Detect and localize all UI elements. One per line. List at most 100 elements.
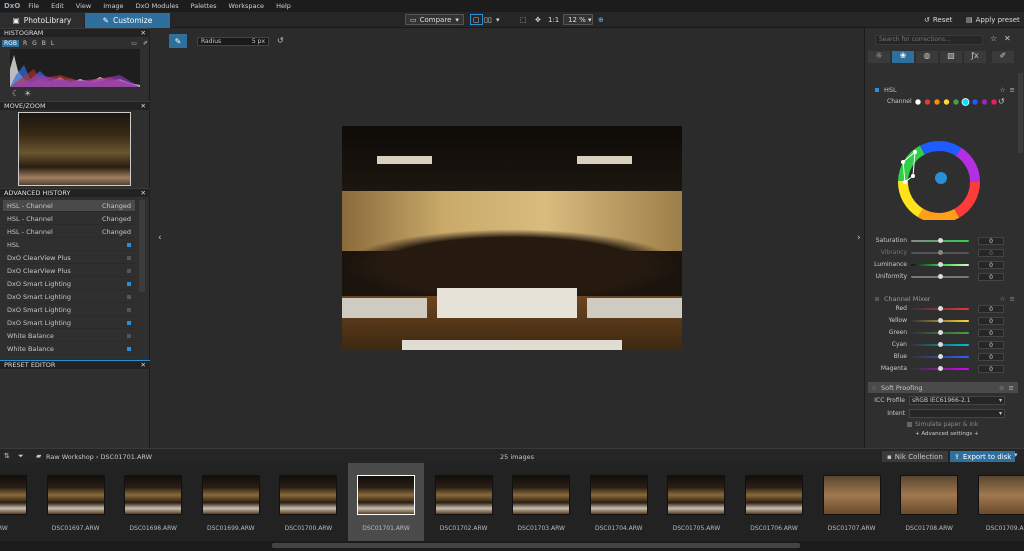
menu-view[interactable]: View [76, 2, 91, 10]
monitor-icon[interactable]: ▭ [131, 40, 137, 47]
mixer-knob[interactable] [938, 306, 943, 311]
vibrancy-knob[interactable] [938, 250, 943, 255]
mixer-enabled-indicator[interactable] [875, 297, 879, 301]
single-view-button[interactable]: ▢ [470, 14, 483, 25]
advanced-settings-link[interactable]: + Advanced settings + [915, 431, 979, 437]
hue-wheel[interactable] [895, 138, 981, 220]
filmstrip-scrollbar[interactable] [0, 541, 1024, 551]
star-icon[interactable]: ☆ [1000, 295, 1006, 303]
crop-button[interactable]: ⬚ [520, 14, 527, 25]
luminance-knob[interactable] [938, 262, 943, 267]
tab-customize[interactable]: ✎ Customize [85, 13, 170, 28]
preset-editor-header[interactable]: PRESET EDITOR ✕ [0, 360, 150, 369]
uniformity-value[interactable]: 0 [978, 273, 1004, 281]
luminance-value[interactable]: 0 [978, 261, 1004, 269]
icc-profile-select[interactable]: sRGB IEC61966-2.1 ▾ [909, 396, 1005, 405]
collapse-left-icon[interactable]: ‹ [158, 233, 162, 243]
collapse-right-icon[interactable]: › [857, 233, 861, 243]
reset-radius-icon[interactable]: ↺ [277, 36, 284, 45]
filter-icon[interactable]: ⏷ [18, 452, 24, 461]
filmstrip-thumb[interactable]: DSC01699.ARW [193, 463, 269, 541]
mixer-knob[interactable] [938, 366, 943, 371]
channel-l[interactable]: L [51, 40, 54, 47]
mixer-knob[interactable] [938, 318, 943, 323]
filmstrip-thumb[interactable]: DSC01709.AR [969, 463, 1024, 541]
filmstrip-thumb[interactable]: DSC01708.ARW [891, 463, 967, 541]
tab-local[interactable]: ✐ [992, 51, 1014, 63]
history-row[interactable]: DxO Smart Lighting [3, 304, 135, 316]
nik-collection-button[interactable]: ▪ Nik Collection [882, 451, 948, 462]
mixer-value[interactable]: 0 [978, 341, 1004, 349]
menu-icon[interactable]: ≡ [1010, 295, 1015, 303]
channel-dot[interactable] [991, 99, 997, 105]
history-row[interactable]: HSL - Channel Changed [3, 226, 135, 238]
filmstrip-thumb[interactable]: DSC01704.ARW [581, 463, 657, 541]
history-row[interactable]: DxO Smart Lighting [3, 291, 135, 303]
history-row[interactable]: DxO Smart Lighting [3, 317, 135, 329]
radius-slider[interactable]: Radius 5 px [197, 37, 269, 46]
history-header[interactable]: ADVANCED HISTORY ✕ [0, 188, 150, 197]
menu-file[interactable]: File [28, 2, 39, 10]
eyedropper-icon[interactable]: ✐ [143, 40, 148, 47]
menu-palettes[interactable]: Palettes [191, 2, 217, 10]
menu-help[interactable]: Help [276, 2, 291, 10]
menu-dxo-modules[interactable]: DxO Modules [136, 2, 179, 10]
scrollbar-thumb[interactable] [272, 543, 800, 548]
menu-workspace[interactable]: Workspace [229, 2, 265, 10]
filmstrip-thumb[interactable]: DSC01707.ARW [814, 463, 890, 541]
navigator-thumbnail[interactable] [18, 112, 131, 186]
mixer-value[interactable]: 0 [978, 365, 1004, 373]
apply-preset-button[interactable]: ▤ Apply preset [966, 14, 1020, 25]
mixer-value[interactable]: 0 [978, 317, 1004, 325]
channel-dot[interactable] [981, 99, 988, 105]
menu-icon[interactable]: ≡ [1009, 384, 1014, 392]
filmstrip-thumb[interactable]: DSC01703.ARW [503, 463, 579, 541]
channel-g[interactable]: G [32, 40, 37, 47]
channel-dot[interactable] [943, 99, 950, 105]
mixer-knob[interactable] [938, 342, 943, 347]
mixer-value[interactable]: 0 [978, 353, 1004, 361]
zoom-fit-button[interactable]: ⊕ [598, 14, 604, 25]
history-row[interactable]: DxO ClearView Plus [3, 265, 135, 277]
close-icon[interactable]: ✕ [141, 29, 146, 37]
tab-color[interactable]: ❀ [892, 51, 914, 63]
view-menu-button[interactable]: ▾ [496, 14, 500, 25]
menu-edit[interactable]: Edit [51, 2, 64, 10]
history-row[interactable]: White Balance [3, 330, 135, 342]
movezoom-header[interactable]: MOVE/ZOOM ✕ [0, 101, 150, 110]
history-row[interactable]: HSL - Channel Changed [3, 200, 135, 212]
star-icon[interactable]: ☆ [999, 384, 1005, 392]
history-row[interactable]: HSL [3, 239, 135, 251]
close-icon[interactable]: ✕ [141, 102, 146, 110]
menu-icon[interactable]: ≡ [1010, 86, 1015, 94]
compare-button[interactable]: ▭ Compare ▾ [405, 14, 464, 25]
breadcrumb[interactable]: Raw Workshop › DSC01701.ARW [46, 453, 152, 461]
shadow-clip-icon[interactable]: ☾ [12, 89, 19, 98]
channel-dot[interactable] [915, 99, 921, 105]
hsl-enabled-indicator[interactable] [875, 88, 879, 92]
close-icon[interactable]: ✕ [141, 189, 146, 197]
saturation-value[interactable]: 0 [978, 237, 1004, 245]
search-input[interactable]: Search for corrections... [875, 35, 983, 45]
move-button[interactable]: ✥ [535, 14, 541, 25]
history-scrollbar[interactable] [139, 200, 145, 292]
tab-detail[interactable]: ◍ [916, 51, 938, 63]
filmstrip-thumb[interactable]: DSC01706.ARW [736, 463, 812, 541]
close-icon[interactable]: ✕ [141, 361, 146, 369]
simulate-paper-checkbox[interactable]: Simulate paper & ink [907, 421, 978, 428]
intent-select[interactable]: ▾ [909, 409, 1005, 418]
history-row[interactable]: HSL - Channel Changed [3, 213, 135, 225]
tab-light[interactable]: ☼ [868, 51, 890, 63]
export-menu-icon[interactable]: ▾ [1014, 451, 1018, 459]
filmstrip-thumb[interactable]: DSC01697.ARW [38, 463, 114, 541]
channel-dot[interactable] [961, 98, 970, 106]
close-icon[interactable]: ✕ [1004, 34, 1011, 43]
filmstrip-thumb[interactable]: DSC01701.ARW [348, 463, 424, 541]
vibrancy-value[interactable]: 0 [978, 249, 1004, 257]
tab-effects[interactable]: ƒx [964, 51, 986, 63]
mixer-value[interactable]: 0 [978, 305, 1004, 313]
uniformity-knob[interactable] [938, 274, 943, 279]
reset-button[interactable]: ↺ Reset [924, 14, 952, 25]
channel-dot[interactable] [934, 99, 940, 105]
mixer-knob[interactable] [938, 330, 943, 335]
